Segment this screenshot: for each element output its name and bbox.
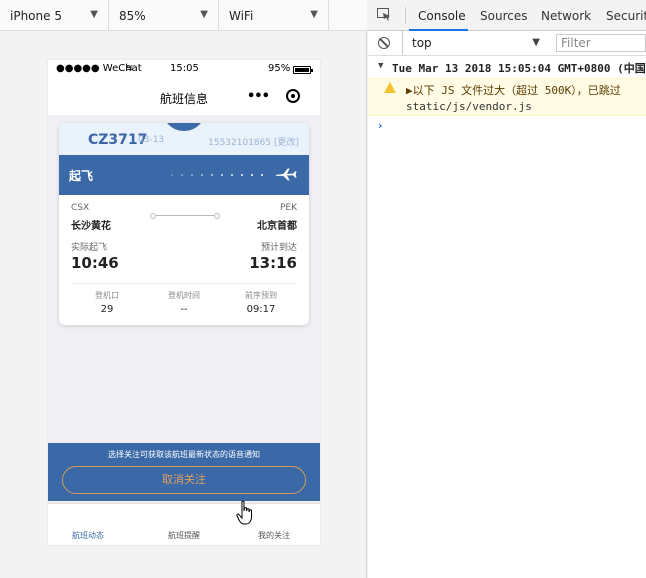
follow-tip: 选择关注可获取该航班最新状态的语音通知 xyxy=(108,450,260,459)
context-select[interactable]: top ▼ xyxy=(402,31,552,55)
battery-icon xyxy=(293,66,313,74)
battery-percent: 95% xyxy=(268,63,291,74)
arrival-label: 预计到达 xyxy=(260,243,297,253)
network-select-value: WiFi xyxy=(229,8,254,23)
tab-my-follows[interactable]: 我的关注 xyxy=(234,530,314,541)
device-select[interactable]: iPhone 5 ▼ xyxy=(0,0,109,31)
change-phone-link[interactable]: 15532101865 [更改] xyxy=(208,135,299,148)
route-line xyxy=(150,213,220,219)
context-select-value: top xyxy=(412,36,432,50)
caret-down-icon: ▼ xyxy=(532,37,540,48)
clear-console-icon[interactable] xyxy=(378,37,390,49)
console-prompt[interactable]: › xyxy=(378,119,383,132)
more-button[interactable]: ••• xyxy=(247,89,270,104)
departure-label: 实际起飞 xyxy=(71,243,108,253)
flight-card-header: CZ3717 03-13 15532101865 [更改] xyxy=(59,123,309,155)
zoom-select[interactable]: 85% ▼ xyxy=(109,0,219,31)
tab-flight-status[interactable]: 航班动态 xyxy=(48,530,128,541)
gate-label: 登机口 xyxy=(95,291,119,300)
flight-status: 起飞 xyxy=(69,169,94,183)
origin-city: 长沙黄花 xyxy=(71,221,111,232)
warning-file-path[interactable]: static/js/vendor.js xyxy=(406,100,532,113)
filter-input[interactable]: Filter xyxy=(556,34,646,52)
departure-time: 10:46 xyxy=(71,254,119,272)
chevron-down-icon: ▼ xyxy=(200,9,208,20)
origin-code: CSX xyxy=(71,203,90,213)
phone-status-bar: ●●●●● WeChat ≋ 15:05 95% xyxy=(48,60,320,80)
unfollow-button[interactable]: 取消关注 xyxy=(62,466,306,494)
previous-flight-value: 09:17 xyxy=(246,304,276,315)
devtools-panel: Console Sources Network Security top ▼ F… xyxy=(368,0,646,578)
flight-status-band: 起飞 xyxy=(59,155,309,195)
chevron-down-icon: ▼ xyxy=(90,9,98,20)
arrival-time: 13:16 xyxy=(249,254,297,272)
follow-panel: 选择关注可获取该航班最新状态的语音通知 取消关注 xyxy=(48,443,320,501)
console-warning-entry[interactable]: ▶以下 JS 文件过大（超过 500K），已跳过 static/js/vendo… xyxy=(368,78,646,116)
divider xyxy=(71,283,297,284)
inspect-element-icon[interactable] xyxy=(377,8,391,21)
status-time: 15:05 xyxy=(170,63,199,74)
simulator-toolbar: iPhone 5 ▼ 85% ▼ WiFi ▼ xyxy=(0,0,367,31)
destination-code: PEK xyxy=(279,203,297,213)
network-select[interactable]: WiFi ▼ xyxy=(219,0,329,31)
gate-value: 29 xyxy=(100,304,114,315)
hand-cursor-icon xyxy=(236,500,252,525)
airplane-icon xyxy=(275,168,297,181)
nav-bar: 航班信息 ••• xyxy=(48,80,320,115)
warning-message: ▶以下 JS 文件过大（超过 500K），已跳过 xyxy=(406,84,621,97)
devtools-tabbar: Console Sources Network Security xyxy=(368,0,646,31)
destination-city: 北京首都 xyxy=(257,221,297,232)
wifi-icon: ≋ xyxy=(125,63,134,74)
expand-triangle-icon[interactable]: ▼ xyxy=(378,61,383,71)
chevron-down-icon: ▼ xyxy=(310,9,318,20)
warning-icon xyxy=(384,82,396,93)
toolbar-separator xyxy=(405,7,406,24)
tab-security[interactable]: Security xyxy=(606,9,646,23)
page-title: 航班信息 xyxy=(159,92,208,106)
console-log-entry[interactable]: ▼ Tue Mar 13 2018 15:05:04 GMT+0800 (中国 xyxy=(368,60,646,78)
flight-card: CZ3717 03-13 15532101865 [更改] 起飞 CSX PEK… xyxy=(59,123,309,325)
console-filter-bar: top ▼ Filter xyxy=(368,31,646,56)
close-capsule-button[interactable] xyxy=(286,89,300,103)
previous-flight-label: 前序预到 xyxy=(245,291,277,300)
log-date-text: Tue Mar 13 2018 15:05:04 GMT+0800 (中国 xyxy=(392,62,646,75)
simulator-panel: iPhone 5 ▼ 85% ▼ WiFi ▼ ●●●●● WeChat ≋ 1… xyxy=(0,0,367,578)
boarding-time-value: -- xyxy=(180,304,188,315)
zoom-select-value: 85% xyxy=(119,8,146,23)
boarding-time-label: 登机时间 xyxy=(168,291,200,300)
device-select-value: iPhone 5 xyxy=(10,8,62,23)
tab-bar: 航班动态 航班提醒 我的关注 xyxy=(48,503,320,545)
card-notch xyxy=(162,123,206,131)
tab-network[interactable]: Network xyxy=(541,9,591,23)
flight-date: 03-13 xyxy=(138,135,165,145)
tab-console[interactable]: Console xyxy=(418,9,466,23)
tab-flight-reminder[interactable]: 航班提醒 xyxy=(144,530,224,541)
phone-screen: ●●●●● WeChat ≋ 15:05 95% 航班信息 ••• CZ3717… xyxy=(48,60,320,545)
tab-sources[interactable]: Sources xyxy=(480,9,527,23)
